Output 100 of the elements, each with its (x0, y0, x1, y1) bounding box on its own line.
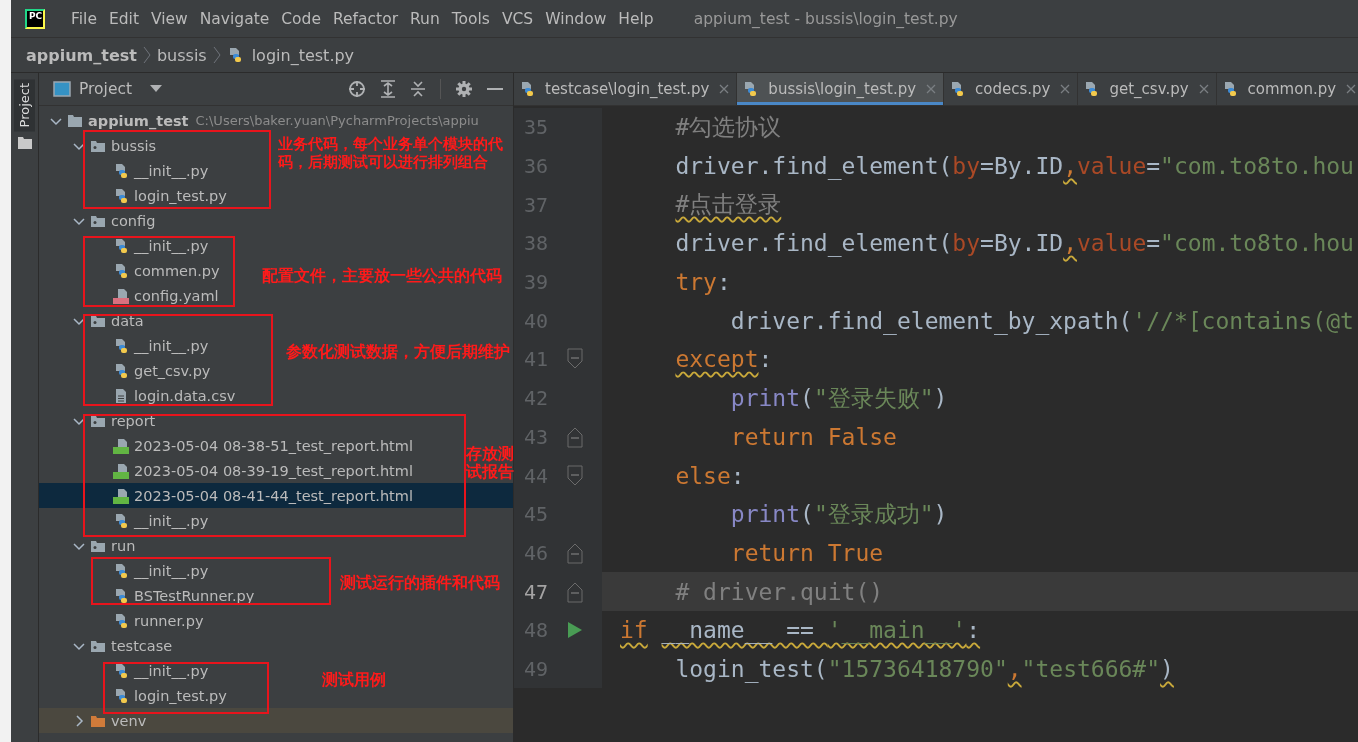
editor-tab[interactable]: get_csv.py (1078, 73, 1217, 105)
menu-item[interactable]: Run (410, 9, 440, 28)
settings-icon[interactable] (455, 80, 473, 98)
code-line: print("登录成功") (729, 499, 949, 530)
file-name: login.data.csv (134, 387, 236, 404)
tree-item[interactable]: testcase (39, 633, 177, 658)
tree-item[interactable]: 2023-05-04 08-38-51_test_report.html (39, 433, 417, 458)
tree-item[interactable]: __init__.py (39, 508, 213, 533)
code-line: login_test("15736418790","test666#") (674, 654, 1175, 685)
breadcrumb-item[interactable]: login_test.py (226, 45, 355, 65)
run-icon[interactable] (567, 621, 583, 640)
file-name: report (111, 412, 156, 429)
tree-item[interactable]: login.data.csv (39, 383, 240, 408)
tree-item[interactable]: commen.py (39, 258, 224, 283)
editor-tab[interactable]: bussis\login_test.py (737, 73, 945, 105)
tree-item[interactable]: __init__.py (39, 658, 213, 683)
expand-all-icon[interactable] (380, 80, 396, 98)
fold-icon[interactable] (567, 464, 583, 487)
close-icon[interactable] (1345, 83, 1358, 95)
html-file-icon (113, 487, 129, 504)
window-title: appium_test - bussis\login_test.py (693, 9, 958, 28)
menu-item[interactable]: Refactor (333, 9, 398, 28)
python-file-icon (113, 612, 129, 629)
file-name: data (111, 312, 144, 329)
python-file-icon (1083, 81, 1100, 97)
minimize-icon[interactable] (487, 87, 503, 91)
python-file-icon (113, 687, 129, 704)
tree-item[interactable]: data (39, 308, 148, 333)
fold-icon[interactable] (567, 580, 583, 603)
annotation-text: 测试运行的插件和代码 (340, 574, 500, 592)
html-file-icon (113, 437, 129, 454)
chevron-right-icon (212, 46, 221, 64)
python-file-icon (113, 237, 129, 254)
close-icon[interactable] (718, 83, 731, 95)
menu-item[interactable]: Code (281, 9, 321, 28)
breadcrumb-item[interactable]: bussis (156, 45, 207, 65)
code-line: print("登录失败") (729, 383, 949, 414)
tree-item[interactable]: report (39, 408, 160, 433)
crosshair-icon[interactable] (348, 80, 366, 98)
python-file-icon (113, 562, 129, 579)
file-name: __init__.py (134, 512, 209, 529)
menu-item[interactable]: Help (618, 9, 654, 28)
code-line: driver.find_element(by=By.ID,value="com.to8to.hou (674, 152, 1355, 182)
code-line: try: (674, 268, 732, 298)
python-file-icon (113, 362, 129, 379)
tree-item[interactable]: login_test.py (39, 183, 231, 208)
file-name: login_test.py (134, 687, 227, 704)
panel-title[interactable]: Project (79, 80, 133, 98)
fold-icon[interactable] (567, 348, 583, 371)
dropdown-caret-icon[interactable] (150, 85, 163, 93)
file-name: __init__.py (134, 337, 209, 354)
close-icon[interactable] (1197, 83, 1210, 95)
tree-item[interactable]: __init__.py (39, 158, 213, 183)
folder-icon (67, 112, 83, 129)
python-file-icon (113, 587, 129, 604)
close-icon[interactable] (1059, 83, 1072, 95)
tree-item[interactable]: runner.py (39, 608, 208, 633)
code-line: #勾选协议 (674, 112, 783, 142)
tree-item[interactable]: __init__.py (39, 333, 213, 358)
line-number: 47 (522, 579, 548, 604)
code-line: return False (729, 422, 898, 452)
code-line: driver.find_element_by_xpath('//*[contains(@t (729, 306, 1355, 337)
tree-item[interactable]: get_csv.py (39, 358, 215, 383)
tree-item[interactable]: config (39, 208, 160, 233)
menu-item[interactable]: Tools (451, 9, 490, 28)
tree-item[interactable]: config.yaml (39, 283, 223, 308)
collapse-all-icon[interactable] (410, 80, 426, 98)
menu-item[interactable]: Edit (108, 9, 139, 28)
yaml-file-icon (113, 287, 129, 304)
tree-item[interactable]: bussis (39, 133, 161, 158)
breadcrumb-item[interactable]: appium_test (26, 45, 137, 65)
file-name: testcase (111, 637, 173, 654)
tree-item[interactable]: venv (39, 708, 513, 733)
fold-icon[interactable] (567, 541, 583, 564)
file-name: get_csv.py (134, 362, 211, 379)
menu-item[interactable]: Window (545, 9, 607, 28)
menu-item[interactable]: Navigate (199, 9, 270, 28)
menu-item[interactable]: VCS (501, 9, 534, 28)
menu-item[interactable]: File (71, 9, 97, 28)
tree-item[interactable]: 2023-05-04 08-41-44_test_report.html (39, 483, 513, 508)
editor-tab[interactable]: codecs.py (944, 73, 1079, 105)
python-file-icon (113, 187, 129, 204)
tree-item[interactable]: login_test.py (39, 683, 231, 708)
tree-item[interactable]: run (39, 533, 140, 558)
fold-icon[interactable] (567, 425, 583, 448)
tree-item[interactable]: __init__.py (39, 558, 213, 583)
editor-tab[interactable]: common.py (1216, 73, 1358, 105)
tree-item[interactable]: __init__.py (39, 233, 213, 258)
tree-item[interactable]: 2023-05-04 08-39-19_test_report.html (39, 458, 417, 483)
tree-item[interactable]: BSTestRunner.py (39, 583, 259, 608)
code-line: else: (674, 461, 746, 491)
python-file-icon (113, 162, 129, 179)
html-file-icon (113, 462, 129, 479)
python-file-icon (519, 81, 535, 97)
tree-item[interactable]: appium_test C:\Users\baker.yuan\PycharmProjects\appiu (39, 108, 483, 133)
file-name: commen.py (134, 262, 220, 279)
menu-item[interactable]: View (150, 9, 188, 28)
project-tool-tab[interactable]: Project (14, 79, 35, 132)
python-file-icon (113, 512, 129, 529)
code-line: driver.find_element(by=By.ID,value="com.to8to.hou (674, 229, 1355, 259)
